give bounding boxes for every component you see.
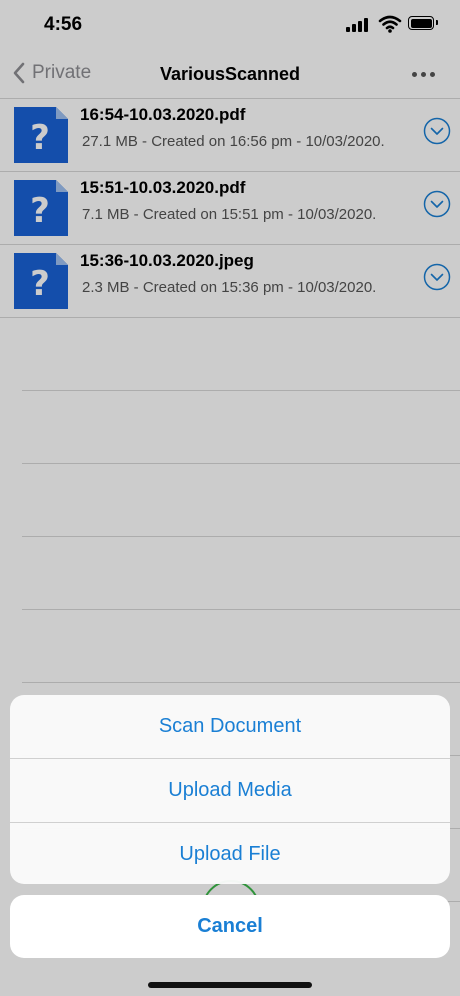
cancel-button[interactable]: Cancel bbox=[10, 895, 450, 958]
scan-document-button[interactable]: Scan Document bbox=[10, 695, 450, 759]
home-indicator[interactable] bbox=[148, 982, 312, 988]
upload-file-button[interactable]: Upload File bbox=[10, 823, 450, 884]
action-sheet: Scan Document Upload Media Upload File bbox=[10, 695, 450, 884]
upload-media-button[interactable]: Upload Media bbox=[10, 759, 450, 823]
